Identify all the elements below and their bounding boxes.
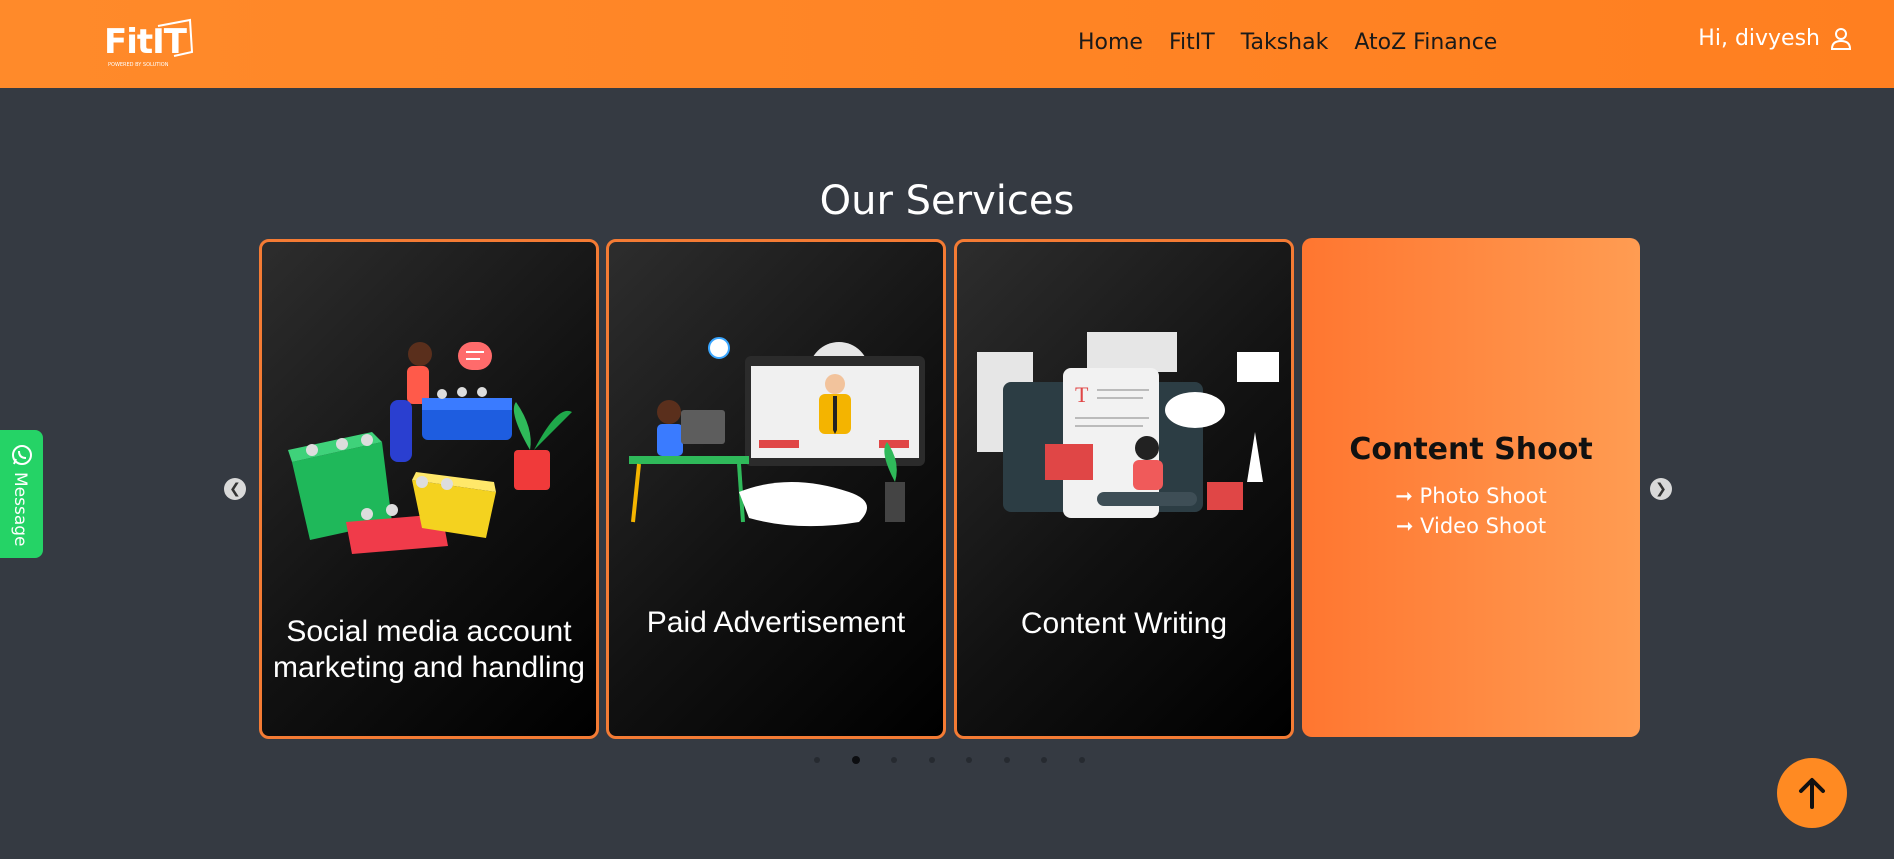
user-greeting: Hi, divyesh bbox=[1698, 26, 1820, 51]
carousel-next-button[interactable]: ❯ bbox=[1650, 478, 1672, 500]
carousel-dot[interactable] bbox=[1003, 757, 1010, 763]
message-label: Message bbox=[10, 472, 30, 547]
carousel-dot-active[interactable] bbox=[851, 756, 860, 764]
nav-home[interactable]: Home bbox=[1078, 30, 1143, 55]
carousel-dot[interactable] bbox=[1041, 757, 1047, 763]
card-title: Content Shoot bbox=[1349, 432, 1593, 467]
main-nav: Home FitIT Takshak AtoZ Finance bbox=[1078, 30, 1523, 55]
carousel-dot[interactable] bbox=[928, 757, 935, 763]
nav-atoz-finance[interactable]: AtoZ Finance bbox=[1354, 30, 1497, 55]
social-media-illustration bbox=[288, 342, 572, 554]
logo-tagline: POWERED BY SOLUTION bbox=[108, 62, 169, 68]
nav-fitit[interactable]: FitIT bbox=[1169, 30, 1215, 55]
carousel-dot[interactable] bbox=[891, 757, 897, 763]
paid-ads-illustration bbox=[629, 337, 925, 527]
card-caption-line1: Social media account bbox=[286, 615, 572, 648]
card-caption-line2: marketing and handling bbox=[273, 651, 585, 684]
service-card-paid-advertisement[interactable]: Paid Advertisement bbox=[606, 239, 946, 739]
svg-text:T: T bbox=[1075, 382, 1089, 407]
logo-text: FitIT bbox=[104, 22, 187, 62]
arrow-up-icon bbox=[1799, 778, 1825, 809]
carousel-dots bbox=[814, 756, 1116, 764]
content-writing-illustration: T bbox=[977, 332, 1279, 518]
card-list-item-photo: ➞ Photo Shoot bbox=[1395, 484, 1547, 508]
user-menu[interactable]: Hi, divyesh bbox=[1698, 26, 1852, 51]
card-list-item-video: ➞ Video Shoot bbox=[1395, 514, 1547, 538]
back-to-top-button[interactable] bbox=[1777, 758, 1847, 828]
section-title: Our Services bbox=[819, 178, 1075, 224]
carousel-dot[interactable] bbox=[1078, 757, 1085, 763]
fitit-logo[interactable]: FitIT POWERED BY SOLUTION bbox=[104, 18, 200, 74]
carousel-dot[interactable] bbox=[966, 757, 972, 763]
site-header: FitIT POWERED BY SOLUTION Home FitIT Tak… bbox=[0, 0, 1894, 88]
chevron-right-icon: ❯ bbox=[1655, 481, 1667, 497]
service-card-content-writing[interactable]: T Content Writing bbox=[954, 239, 1294, 739]
nav-takshak[interactable]: Takshak bbox=[1241, 30, 1329, 55]
card-caption: Content Writing bbox=[1020, 607, 1228, 640]
chevron-left-icon: ❮ bbox=[229, 481, 241, 497]
user-icon bbox=[1830, 27, 1852, 50]
service-card-social-media[interactable]: Social media account marketing and handl… bbox=[259, 239, 599, 739]
carousel-prev-button[interactable]: ❮ bbox=[224, 478, 246, 500]
whatsapp-icon bbox=[12, 445, 32, 465]
service-card-content-shoot[interactable]: Content Shoot ➞ Photo Shoot ➞ Video Shoo… bbox=[1302, 238, 1640, 737]
card-caption: Paid Advertisement bbox=[646, 606, 906, 639]
carousel-dot[interactable] bbox=[814, 757, 820, 763]
message-tab[interactable]: Message bbox=[0, 430, 43, 558]
